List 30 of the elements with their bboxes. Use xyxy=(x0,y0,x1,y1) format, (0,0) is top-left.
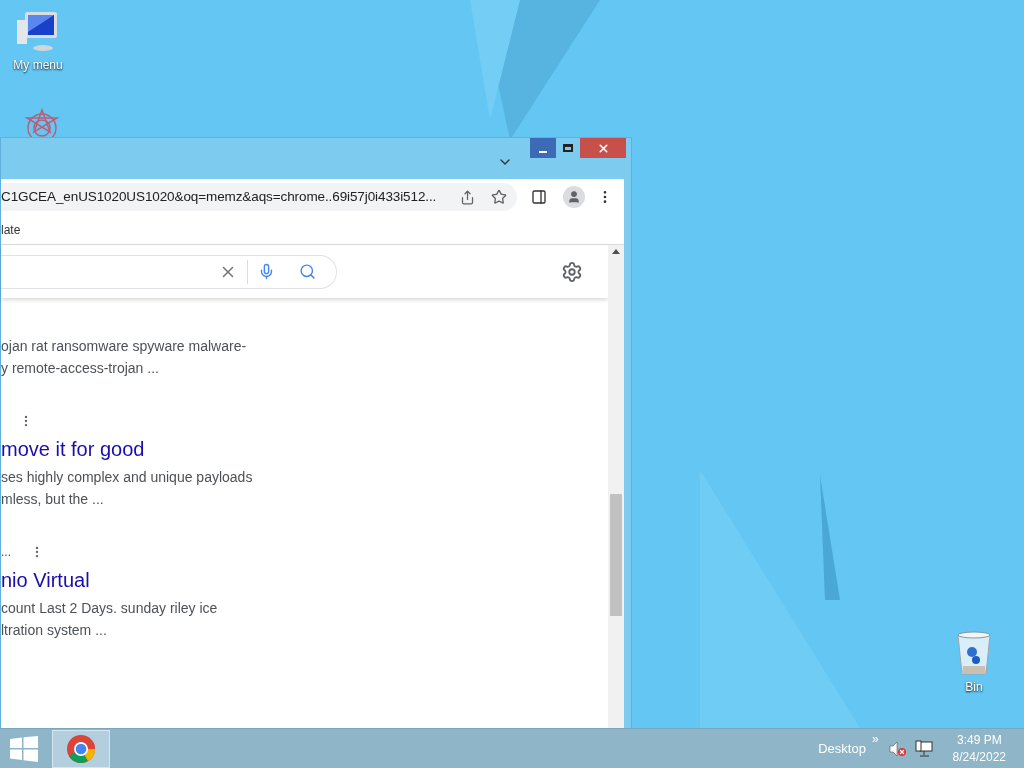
profile-avatar[interactable] xyxy=(563,186,585,208)
side-panel-icon[interactable] xyxy=(531,189,547,205)
taskbar-app[interactable] xyxy=(52,729,110,768)
start-icon[interactable] xyxy=(10,735,38,762)
network-icon[interactable] xyxy=(914,739,933,758)
icon-label: Bin xyxy=(965,679,983,696)
recycle-bin-icon[interactable] xyxy=(954,630,994,676)
icon-label: My menu xyxy=(13,57,63,74)
settings-icon[interactable] xyxy=(561,260,583,283)
minimize-icon xyxy=(539,151,547,153)
url-text: C1GCEA_enUS1020US1020&oq=memz&aqs=chrome..69i57j0i433i512... xyxy=(1,187,438,206)
scrollbar-thumb[interactable] xyxy=(610,494,622,616)
result-snippet: count Last 2 Days. sunday riley ice ltration system ... xyxy=(1,599,219,640)
chrome-icon xyxy=(66,733,96,764)
bookmark[interactable]: late xyxy=(1,220,21,239)
search-icon[interactable] xyxy=(299,263,316,280)
maximize-icon xyxy=(563,144,573,152)
result-snippet: ojan rat ransomware spyware malware- y remote-access-trojan ... xyxy=(1,337,248,378)
address-bar[interactable]: C1GCEA_enUS1020US1020&oq=memz&aqs=chrome..69i57j0i433i512... xyxy=(1,183,517,211)
result-title[interactable]: move it for good xyxy=(1,436,608,462)
muted-speaker-icon[interactable] xyxy=(888,740,907,757)
microphone-icon[interactable] xyxy=(258,263,275,280)
result-source: ... xyxy=(1,544,11,561)
minimize-button[interactable] xyxy=(530,138,556,158)
star-icon[interactable] xyxy=(491,189,507,205)
close-icon xyxy=(596,141,610,155)
share-icon[interactable] xyxy=(460,189,475,205)
result-title[interactable]: nio Virtual xyxy=(1,567,608,593)
result-snippet: ses highly complex and unique payloads mless, but the ... xyxy=(1,468,254,509)
scrollbar[interactable] xyxy=(608,245,624,728)
